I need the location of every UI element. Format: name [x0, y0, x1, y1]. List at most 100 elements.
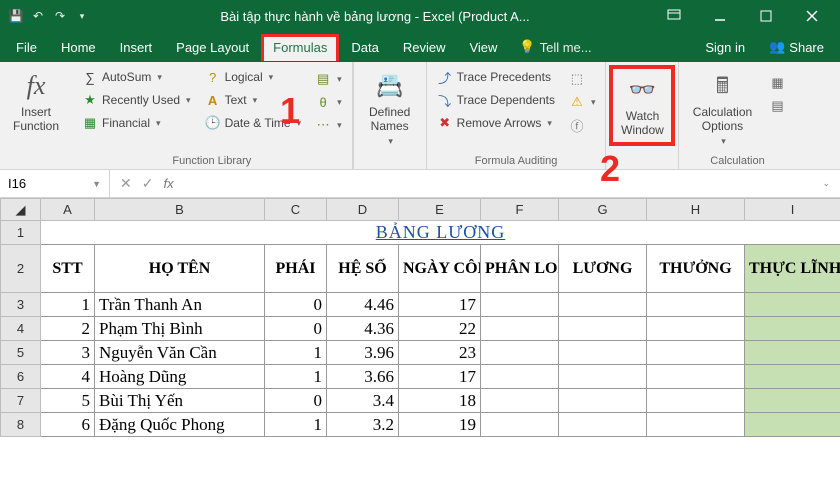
- autosum-button[interactable]: ∑AutoSum▾: [78, 67, 195, 87]
- logical-button[interactable]: ?Logical▾: [201, 67, 306, 87]
- calculation-options-icon: 🖩: [705, 69, 739, 103]
- col-header: B: [95, 199, 265, 221]
- lookup-icon: ▤: [315, 71, 331, 87]
- chevron-down-icon: ▾: [269, 72, 274, 83]
- bulb-icon: 💡: [519, 39, 535, 55]
- chevron-down-icon: ▾: [253, 95, 258, 106]
- trace-precedents-button[interactable]: ⤴Trace Precedents: [433, 67, 559, 87]
- table-row[interactable]: 6 4 Hoàng Dũng 1 3.66 17: [1, 365, 840, 389]
- logical-icon: ?: [205, 69, 221, 85]
- ribbon: fx Insert Function ∑AutoSum▾ ★Recently U…: [0, 62, 840, 170]
- row-header: 2: [1, 245, 41, 293]
- insert-function-button[interactable]: fx Insert Function: [6, 65, 66, 138]
- financial-icon: ▦: [82, 115, 98, 131]
- col-header: D: [327, 199, 399, 221]
- chevron-down-icon: ▼: [92, 179, 101, 189]
- calculate-now-button[interactable]: ▦: [765, 73, 789, 93]
- col-header: H: [647, 199, 745, 221]
- more-icon: ⋯: [315, 117, 331, 133]
- chevron-down-icon: ▾: [186, 95, 191, 106]
- minimize-button[interactable]: [698, 2, 742, 30]
- save-icon[interactable]: 💾: [8, 8, 24, 24]
- text-icon: A: [205, 92, 221, 108]
- watch-window-icon: 👓: [625, 73, 659, 107]
- evaluate-formula-button[interactable]: ⓕ: [565, 115, 600, 135]
- ribbon-tabs: File Home Insert Page Layout Formulas Da…: [0, 32, 840, 62]
- tab-view[interactable]: View: [457, 34, 509, 61]
- annotation-2: 2: [600, 148, 620, 190]
- table-row[interactable]: 7 5 Bùi Thị Yến 0 3.4 18: [1, 389, 840, 413]
- qat-dropdown-icon[interactable]: ▾: [74, 8, 90, 24]
- financial-button[interactable]: ▦Financial▾: [78, 113, 195, 133]
- quick-access-toolbar: 💾 ↶ ↷ ▾: [0, 8, 98, 24]
- enter-formula-icon[interactable]: ✓: [142, 175, 154, 192]
- star-icon: ★: [82, 92, 98, 108]
- math-button[interactable]: θ▾: [311, 92, 346, 112]
- recently-used-button[interactable]: ★Recently Used▾: [78, 90, 195, 110]
- error-check-icon: ⚠: [569, 94, 585, 110]
- show-formulas-button[interactable]: ⬚: [565, 69, 600, 89]
- trace-dependents-button[interactable]: ⤵Trace Dependents: [433, 90, 559, 110]
- select-all-triangle[interactable]: ◢: [1, 199, 41, 221]
- remove-arrows-button[interactable]: ✖Remove Arrows▾: [433, 113, 559, 133]
- fx-icon[interactable]: fx: [163, 176, 173, 191]
- undo-icon[interactable]: ↶: [30, 8, 46, 24]
- window-controls: [652, 2, 840, 30]
- chevron-down-icon: ▾: [156, 118, 161, 129]
- clock-icon: 🕒: [205, 115, 221, 131]
- calculate-sheet-button[interactable]: ▤: [765, 96, 789, 116]
- trace-precedents-icon: ⤴: [437, 69, 453, 85]
- tab-page-layout[interactable]: Page Layout: [164, 34, 261, 61]
- tab-file[interactable]: File: [4, 34, 49, 61]
- show-formulas-icon: ⬚: [569, 71, 585, 87]
- sigma-icon: ∑: [82, 69, 98, 85]
- cancel-formula-icon[interactable]: ✕: [120, 175, 132, 192]
- col-header: G: [559, 199, 647, 221]
- header-row[interactable]: 2 STT HỌ TÊN PHÁI HỆ SỐ NGÀY CÔNG PHÂN L…: [1, 245, 840, 293]
- table-row[interactable]: 3 1 Trần Thanh An 0 4.46 17: [1, 293, 840, 317]
- title-bar: 💾 ↶ ↷ ▾ Bài tập thực hành về bảng lương …: [0, 0, 840, 32]
- share-icon: 👥: [769, 39, 785, 55]
- defined-names-button[interactable]: 📇 Defined Names▾: [360, 65, 420, 151]
- tab-formulas[interactable]: Formulas: [261, 34, 339, 61]
- row-header: 1: [1, 221, 41, 245]
- group-label-formula-auditing: Formula Auditing: [433, 153, 600, 167]
- table-row[interactable]: 4 2 Phạm Thị Bình 0 4.36 22: [1, 317, 840, 341]
- maximize-button[interactable]: [744, 2, 788, 30]
- chevron-down-icon: ▾: [157, 72, 162, 83]
- tab-home[interactable]: Home: [49, 34, 108, 61]
- col-header: F: [481, 199, 559, 221]
- watch-window-button[interactable]: 👓 Watch Window: [609, 65, 675, 146]
- tab-data[interactable]: Data: [339, 34, 390, 61]
- row-header: 4: [1, 317, 41, 341]
- annotation-1: 1: [280, 90, 300, 132]
- ribbon-options-icon[interactable]: [652, 2, 696, 30]
- theta-icon: θ: [315, 94, 331, 110]
- close-button[interactable]: [790, 2, 834, 30]
- table-row[interactable]: 8 6 Đặng Quốc Phong 1 3.2 19: [1, 413, 840, 437]
- column-headers[interactable]: ◢ A B C D E F G H I: [1, 199, 840, 221]
- more-functions-button[interactable]: ⋯▾: [311, 115, 346, 135]
- calc-sheet-icon: ▤: [769, 98, 785, 114]
- table-row[interactable]: 5 3 Nguyễn Văn Cần 1 3.96 23: [1, 341, 840, 365]
- group-label-calculation: Calculation: [685, 153, 789, 167]
- tell-me-search[interactable]: 💡Tell me...: [509, 33, 601, 61]
- error-checking-button[interactable]: ⚠▾: [565, 92, 600, 112]
- title-row[interactable]: 1 BẢNG LƯƠNG: [1, 221, 840, 245]
- share-button[interactable]: 👥Share: [757, 33, 836, 61]
- col-header: E: [399, 199, 481, 221]
- col-header: A: [41, 199, 95, 221]
- sign-in-link[interactable]: Sign in: [693, 34, 757, 61]
- lookup-button[interactable]: ▤▾: [311, 69, 346, 89]
- evaluate-icon: ⓕ: [569, 117, 585, 133]
- name-box[interactable]: I16▼: [0, 170, 110, 197]
- calculation-options-button[interactable]: 🖩 Calculation Options▾: [685, 65, 759, 151]
- worksheet-grid[interactable]: ◢ A B C D E F G H I 1 BẢNG LƯƠNG 2 STT H…: [0, 198, 840, 437]
- expand-formula-bar-icon[interactable]: ⌄: [822, 178, 830, 189]
- col-header: I: [745, 199, 840, 221]
- tab-insert[interactable]: Insert: [108, 34, 165, 61]
- tab-review[interactable]: Review: [391, 34, 458, 61]
- col-header: C: [265, 199, 327, 221]
- redo-icon[interactable]: ↷: [52, 8, 68, 24]
- sheet-title-cell: BẢNG LƯƠNG: [41, 221, 840, 245]
